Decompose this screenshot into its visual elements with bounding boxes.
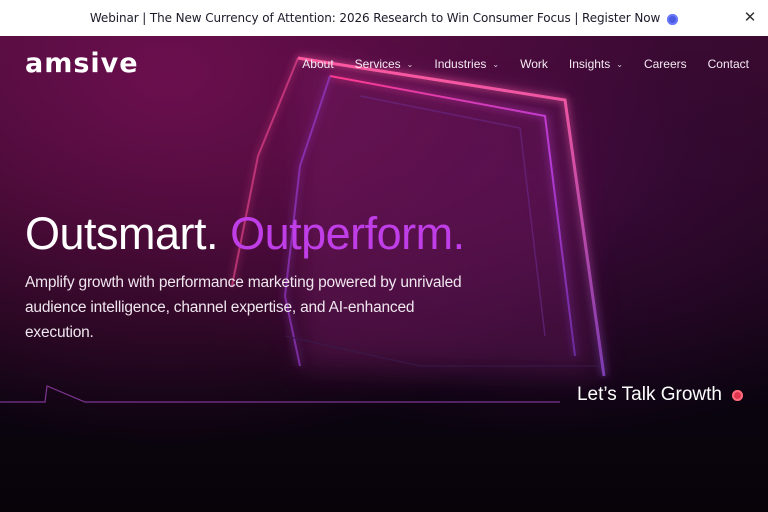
main-nav: About Services ⌄ Industries ⌄ Work Insig…	[281, 57, 749, 71]
hero-section: amsive About Services ⌄ Industries ⌄ Wor…	[0, 36, 768, 512]
announcement-bar[interactable]: Webinar | The New Currency of Attention:…	[0, 0, 768, 36]
nav-insights-label: Insights	[568, 57, 611, 71]
nav-careers[interactable]: Careers	[644, 57, 687, 71]
nav-services[interactable]: Services ⌄	[355, 57, 414, 71]
chevron-down-icon: ⌄	[616, 59, 623, 69]
nav-contact[interactable]: Contact	[708, 57, 749, 71]
lets-talk-growth-button[interactable]: Let’s Talk Growth	[577, 384, 743, 406]
headline-part2: Outperform.	[230, 208, 465, 259]
headline-part1: Outsmart.	[25, 208, 219, 259]
announcement-text[interactable]: Webinar | The New Currency of Attention:…	[90, 11, 660, 25]
nav-insights[interactable]: Insights ⌄	[569, 57, 623, 71]
nav-about-label: About	[302, 57, 334, 71]
nav-work[interactable]: Work	[520, 57, 548, 71]
chevron-down-icon: ⌄	[492, 59, 500, 69]
hero-headline: Outsmart. Outperform.	[25, 208, 465, 260]
chevron-down-icon: ⌄	[406, 59, 414, 69]
nav-about[interactable]: About	[302, 57, 333, 71]
amsive-logo[interactable]: amsive	[25, 48, 139, 79]
nav-careers-label: Careers	[643, 57, 687, 71]
cta-label: Let’s Talk Growth	[576, 384, 722, 405]
nav-industries[interactable]: Industries ⌄	[434, 57, 499, 71]
nav-industries-label: Industries	[434, 57, 487, 71]
nav-contact-label: Contact	[707, 57, 749, 71]
circle-dot-icon	[732, 389, 743, 401]
close-icon[interactable]: ✕	[742, 9, 758, 25]
announcement-dot-icon	[667, 13, 679, 25]
hero-subtext: Amplify growth with performance marketin…	[25, 274, 462, 341]
nav-work-label: Work	[520, 57, 548, 71]
nav-services-label: Services	[354, 57, 401, 71]
